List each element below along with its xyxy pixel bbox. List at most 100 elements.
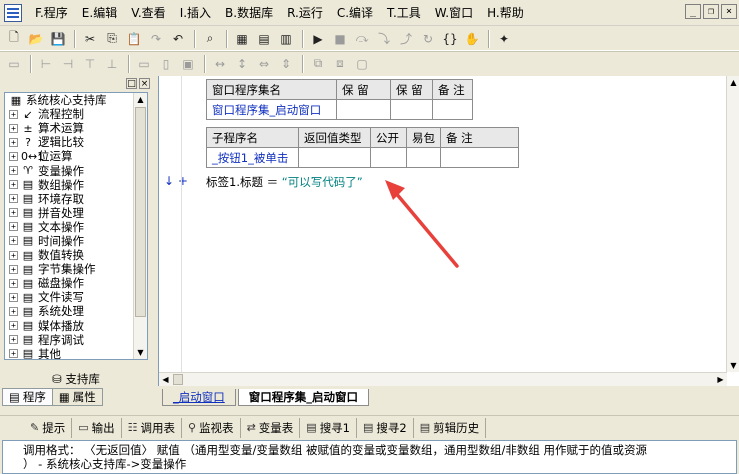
tree-root[interactable]: ▦ 系统核心支持库 [5, 93, 147, 107]
stop-icon[interactable]: ■ [330, 29, 350, 49]
expand-icon[interactable]: + [9, 236, 18, 246]
scroll-right-icon[interactable]: ▶ [714, 373, 727, 386]
app-icon[interactable] [4, 3, 22, 22]
menu-run[interactable]: R.运行 [280, 2, 330, 24]
copy-icon[interactable]: ⎘ [102, 29, 122, 49]
subroutine-table[interactable]: 子程序名 返回值类型 公开 易包 备 注 _按钮1_被单击 [206, 127, 519, 168]
braces-icon[interactable]: {} [440, 29, 460, 49]
expand-icon[interactable]: + [9, 349, 18, 359]
scroll-thumb[interactable] [135, 107, 146, 317]
table-cell[interactable] [406, 147, 441, 168]
layout-panel-icon[interactable]: ▤ [254, 29, 274, 49]
step-out-icon[interactable]: ⤴ [396, 29, 416, 49]
scroll-down-icon[interactable]: ▼ [134, 346, 147, 359]
minimize-button[interactable]: _ [685, 4, 701, 19]
restore-button[interactable]: ❐ [703, 4, 719, 19]
expand-icon[interactable]: + [9, 194, 18, 204]
undo-icon[interactable]: ↶ [168, 29, 188, 49]
tree-scrollbar[interactable]: ▲ ▼ [133, 93, 147, 359]
tree-item[interactable]: +0↔1 位运算 [5, 149, 147, 163]
expand-icon[interactable]: + [9, 250, 18, 260]
tree-item[interactable]: + ♈ 变量操作 [5, 163, 147, 178]
step-over-icon[interactable]: ⤼ [352, 29, 372, 49]
tree-item[interactable]: + ± 算术运算 [5, 121, 147, 135]
editor-vscrollbar[interactable]: ▲ ▼ [726, 76, 739, 372]
assembly-name-cell[interactable]: 窗口程序集_启动窗口 [206, 99, 337, 120]
align-middle-icon[interactable]: ⊥ [102, 54, 122, 74]
expand-icon[interactable]: + [9, 264, 18, 274]
tree-item[interactable]: + ▤ 程序调试 [5, 333, 147, 347]
expand-icon[interactable]: + [9, 109, 18, 119]
editor-hscrollbar[interactable]: ◀ ▶ [159, 372, 727, 386]
code-line[interactable]: 标签1.标题 ＝ “可以写代码了” [206, 174, 363, 190]
space-h-icon[interactable]: ↔ [210, 54, 230, 74]
expand-icon[interactable]: + [9, 208, 18, 218]
run-icon[interactable]: ▶ [308, 29, 328, 49]
bottom-tab[interactable]: ▭ 输出 [72, 417, 122, 438]
align-left-icon[interactable]: ⊢ [36, 54, 56, 74]
menu-database[interactable]: B.数据库 [218, 2, 280, 24]
order-front-icon[interactable]: ⧉ [308, 54, 328, 74]
expand-icon[interactable]: + [9, 166, 18, 176]
tab-assembly[interactable]: 窗口程序集_启动窗口 [237, 389, 369, 406]
find-icon[interactable]: ⌕ [200, 29, 220, 49]
expand-icon[interactable]: + [9, 151, 18, 161]
tree-item[interactable]: + ▤ 数值转换 [5, 248, 147, 262]
hand-icon[interactable]: ✋ [462, 29, 482, 49]
same-height-icon[interactable]: ▯ [156, 54, 176, 74]
tree-item[interactable]: + ▤ 磁盘操作 [5, 276, 147, 290]
bottom-tab[interactable]: ▤ 搜寻1 [300, 417, 358, 438]
tree-item[interactable]: + ▤ 系统处理 [5, 304, 147, 318]
expand-icon[interactable]: + [9, 222, 18, 232]
menu-tools[interactable]: T.工具 [380, 2, 428, 24]
space-v-icon[interactable]: ↕ [232, 54, 252, 74]
expand-icon[interactable]: + [9, 180, 18, 190]
support-lib-tab[interactable]: ⛁ 支持库 [4, 371, 148, 387]
align-grid-icon[interactable]: ▭ [4, 54, 24, 74]
tree-item[interactable]: + ▤ 媒体播放 [5, 319, 147, 333]
scroll-up-icon[interactable]: ▲ [134, 93, 147, 106]
tree-item[interactable]: + ▤ 字节集操作 [5, 262, 147, 276]
panel-close-icon[interactable]: × [139, 77, 150, 89]
table-cell[interactable] [432, 99, 473, 120]
scroll-left-icon[interactable]: ◀ [159, 373, 172, 386]
scroll-up-icon[interactable]: ▲ [727, 76, 739, 89]
panel-pin-icon[interactable]: □ [126, 77, 137, 89]
tab-program[interactable]: ▤ 程序 [2, 388, 53, 406]
tab-properties[interactable]: ▦ 属性 [51, 388, 103, 406]
expand-icon[interactable]: + [9, 321, 18, 331]
new-file-icon[interactable]: 🗋 [4, 29, 24, 49]
menu-help[interactable]: H.帮助 [480, 2, 531, 24]
menu-window[interactable]: W.窗口 [428, 2, 480, 24]
same-width-icon[interactable]: ▭ [134, 54, 154, 74]
tree-item[interactable]: + ▤ 文件读写 [5, 290, 147, 304]
center-h-icon[interactable]: ⇔ [254, 54, 274, 74]
lock-icon[interactable]: ▢ [352, 54, 372, 74]
tree-item[interactable]: +? 逻辑比较 [5, 135, 147, 149]
center-v-icon[interactable]: ⇕ [276, 54, 296, 74]
tree-item[interactable]: + ▤ 文本操作 [5, 220, 147, 234]
bottom-tab[interactable]: ☷ 调用表 [122, 417, 182, 438]
layout-window-icon[interactable]: ▦ [232, 29, 252, 49]
table-cell[interactable] [390, 99, 433, 120]
close-button[interactable]: × [721, 4, 737, 19]
subroutine-name-cell[interactable]: _按钮1_被单击 [206, 147, 299, 168]
tree-item[interactable]: + ↙ 流程控制 [5, 107, 147, 121]
bottom-tab[interactable]: ⇄ 变量表 [241, 417, 301, 438]
menu-program[interactable]: F.程序 [28, 2, 75, 24]
save-icon[interactable]: 💾 [48, 29, 68, 49]
menu-compile[interactable]: C.编译 [330, 2, 380, 24]
order-back-icon[interactable]: ⧈ [330, 54, 350, 74]
bottom-tab[interactable]: ▤ 搜寻2 [357, 417, 414, 438]
tree-item[interactable]: + ▤ 其他 [5, 347, 147, 359]
menu-insert[interactable]: I.插入 [173, 2, 218, 24]
code-editor[interactable]: ↓ + 窗口程序集名 保 留 保 留 备 注 窗口程序集_启动窗口 子程序名 返… [158, 76, 739, 386]
table-cell[interactable] [298, 147, 371, 168]
bottom-tab[interactable]: ⚲ 监视表 [182, 417, 241, 438]
step-into-icon[interactable]: ⤵ [374, 29, 394, 49]
menu-view[interactable]: V.查看 [124, 2, 172, 24]
table-cell[interactable] [370, 147, 407, 168]
bottom-tab[interactable]: ✎ 提示 [24, 417, 73, 438]
tab-start-window[interactable]: _启动窗口 [162, 389, 236, 406]
assembly-table[interactable]: 窗口程序集名 保 留 保 留 备 注 窗口程序集_启动窗口 [206, 79, 473, 120]
